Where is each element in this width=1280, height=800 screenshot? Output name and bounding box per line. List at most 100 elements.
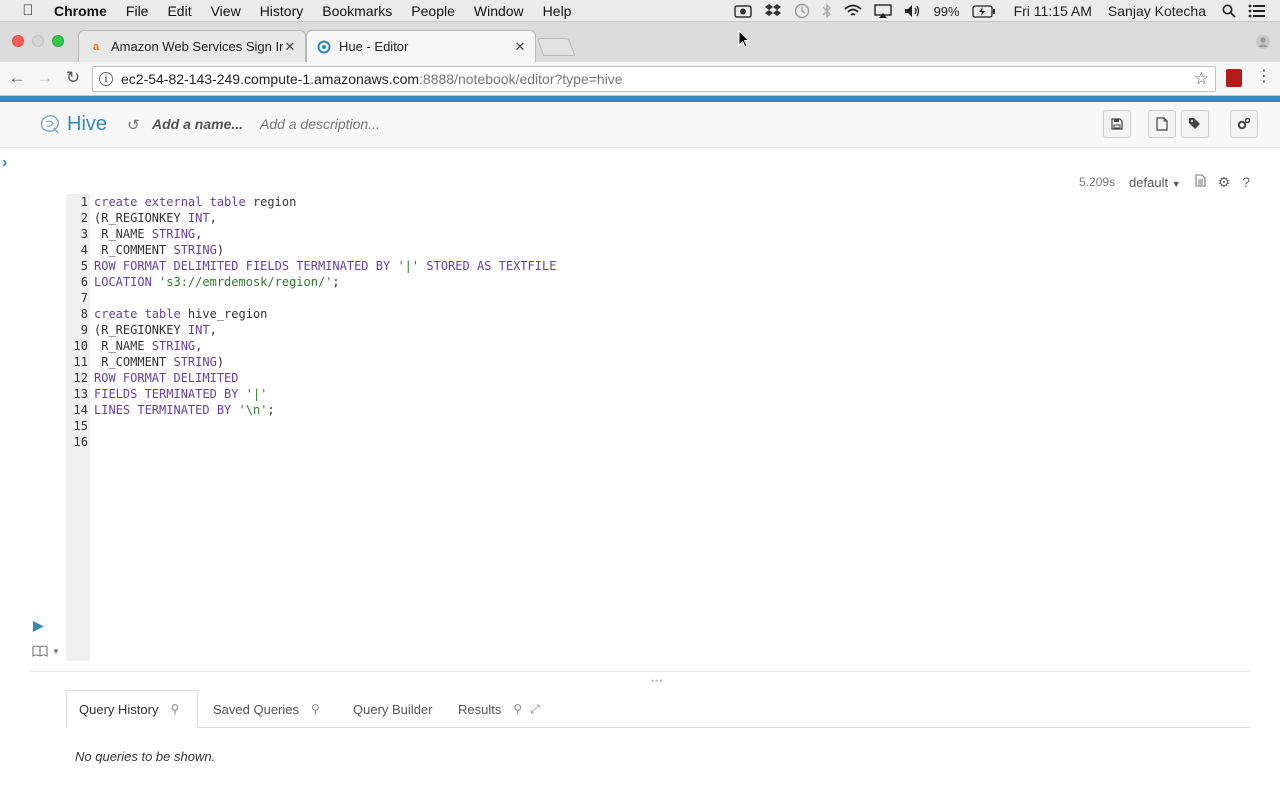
- gear-icon[interactable]: ⚙: [1218, 174, 1231, 191]
- search-icon[interactable]: ⚲: [170, 702, 179, 716]
- tab-label: Saved Queries: [213, 701, 299, 717]
- dropbox-icon[interactable]: [764, 3, 782, 19]
- menu-view[interactable]: View: [211, 3, 241, 19]
- expand-icon[interactable]: ⤢: [530, 702, 540, 717]
- apple-menu-icon[interactable]: : [20, 2, 36, 19]
- menu-bookmarks[interactable]: Bookmarks: [322, 3, 392, 19]
- menu-window[interactable]: Window: [474, 3, 524, 19]
- spotlight-search-icon[interactable]: [1222, 4, 1236, 18]
- code-line: FIELDS TERMINATED BY '|': [94, 387, 268, 401]
- tab-amazon-web-services[interactable]: a Amazon Web Services Sign In ✕: [78, 30, 306, 62]
- search-icon[interactable]: ⚲: [311, 702, 320, 716]
- assist-panel-toggle-chevron-icon[interactable]: ›: [2, 154, 7, 172]
- menu-help[interactable]: Help: [543, 3, 572, 19]
- menu-app-chrome[interactable]: Chrome: [54, 3, 107, 19]
- editor-type-title: Hive: [67, 113, 108, 135]
- line-number: 1: [80, 195, 88, 209]
- code-line: LOCATION 's3://emrdemosk/region/';: [94, 275, 340, 289]
- window-minimize-button[interactable]: [32, 35, 44, 47]
- resize-handle[interactable]: •••: [651, 676, 663, 686]
- reload-icon[interactable]: ↻: [62, 67, 84, 89]
- close-tab-icon[interactable]: ✕: [283, 39, 297, 55]
- code-line: create table hive_region: [94, 307, 268, 321]
- acrobat-extension-icon[interactable]: [1226, 69, 1242, 87]
- forward-arrow-icon[interactable]: →: [34, 67, 56, 89]
- line-number: 14: [73, 403, 88, 417]
- open-book-icon: [32, 645, 48, 657]
- bookmark-star-icon[interactable]: ☆: [1194, 69, 1209, 89]
- url-path: :8888/notebook/editor?type=hive: [419, 71, 623, 87]
- line-number: 5: [80, 259, 88, 273]
- tab-label: Query Builder: [353, 701, 433, 717]
- tab-title: Hue - Editor: [339, 39, 409, 54]
- save-icon: [1111, 118, 1123, 130]
- line-number: 9: [80, 323, 88, 337]
- window-close-button[interactable]: [12, 35, 24, 47]
- wifi-icon[interactable]: [843, 4, 862, 18]
- tab-hue-editor[interactable]: Hue - Editor ✕: [306, 30, 536, 62]
- menu-history[interactable]: History: [260, 3, 304, 19]
- close-tab-icon[interactable]: ✕: [513, 39, 527, 55]
- notification-center-icon[interactable]: [1248, 4, 1266, 18]
- back-arrow-icon[interactable]: ←: [6, 67, 28, 89]
- tab-results[interactable]: Results ⚲ ⤢: [446, 690, 552, 728]
- search-icon[interactable]: ⚲: [513, 702, 522, 716]
- settings-button[interactable]: [1230, 110, 1258, 138]
- document-icon[interactable]: [1195, 174, 1206, 190]
- query-name-field[interactable]: Add a name...: [152, 116, 243, 132]
- volume-icon[interactable]: [904, 4, 922, 18]
- help-icon[interactable]: ?: [1242, 174, 1250, 190]
- caret-down-icon: ▼: [1171, 178, 1181, 189]
- menu-people[interactable]: People: [411, 3, 455, 19]
- database-name: default: [1129, 174, 1169, 190]
- code-line: ROW FORMAT DELIMITED: [94, 371, 239, 385]
- query-description-field[interactable]: Add a description...: [260, 116, 380, 132]
- screen-recorder-icon[interactable]: [733, 4, 752, 18]
- tab-query-history[interactable]: Query History ⚲: [66, 690, 198, 728]
- hive-logo-icon: [38, 112, 62, 136]
- profile-icon[interactable]: [1255, 34, 1271, 55]
- new-document-button[interactable]: [1148, 110, 1176, 138]
- tab-label: Results: [458, 701, 502, 717]
- time-machine-icon[interactable]: [794, 3, 810, 19]
- browser-toolbar: ← → ↻ i ec2-54-82-143-249.compute-1.amaz…: [0, 62, 1280, 96]
- chrome-menu-icon[interactable]: ⋮: [1256, 69, 1272, 85]
- user-name[interactable]: Sanjay Kotecha: [1108, 3, 1206, 19]
- status-area: 99% Fri 11:15 AM Sanjay Kotecha: [733, 0, 1280, 22]
- snippet-options-button[interactable]: ▼: [32, 645, 60, 657]
- tab-saved-queries[interactable]: Saved Queries ⚲: [201, 690, 332, 728]
- airplay-icon[interactable]: [873, 3, 892, 19]
- tags-button[interactable]: [1181, 110, 1209, 138]
- url-host: ec2-54-82-143-249.compute-1.amazonaws.co…: [121, 71, 420, 87]
- battery-icon[interactable]: [971, 4, 996, 18]
- execute-play-icon[interactable]: ▶: [33, 617, 44, 634]
- clock[interactable]: Fri 11:15 AM: [1014, 3, 1092, 19]
- new-tab-button[interactable]: [536, 38, 576, 56]
- menu-edit[interactable]: Edit: [167, 3, 191, 19]
- cogs-icon: [1237, 117, 1251, 130]
- code-line: R_NAME STRING,: [94, 339, 203, 353]
- site-info-icon[interactable]: i: [99, 72, 113, 86]
- tags-icon: [1189, 118, 1200, 129]
- history-icon[interactable]: ↺: [127, 116, 140, 134]
- bluetooth-icon[interactable]: [822, 3, 832, 19]
- line-number: 11: [73, 355, 88, 369]
- save-button[interactable]: [1103, 110, 1131, 138]
- battery-percent[interactable]: 99%: [934, 4, 960, 19]
- line-number: 10: [73, 339, 88, 353]
- address-bar[interactable]: i ec2-54-82-143-249.compute-1.amazonaws.…: [92, 66, 1216, 92]
- line-number: 15: [73, 419, 88, 433]
- database-selector[interactable]: default ▼: [1129, 175, 1181, 190]
- code-editor[interactable]: 1 2 3 4 5 6 7 8 9 10 11 12 13 14 15 16 c…: [66, 194, 1250, 661]
- line-number: 8: [80, 307, 88, 321]
- line-number: 6: [80, 275, 88, 289]
- code-line: ROW FORMAT DELIMITED FIELDS TERMINATED B…: [94, 259, 557, 273]
- line-number: 4: [80, 243, 88, 257]
- tab-query-builder[interactable]: Query Builder: [341, 690, 444, 728]
- code-line: LINES TERMINATED BY '\n';: [94, 403, 275, 417]
- window-zoom-button[interactable]: [52, 35, 64, 47]
- line-number: 16: [73, 435, 88, 449]
- tab-label: Query History: [79, 701, 159, 717]
- hue-icon: [317, 40, 331, 54]
- menu-file[interactable]: File: [126, 3, 149, 19]
